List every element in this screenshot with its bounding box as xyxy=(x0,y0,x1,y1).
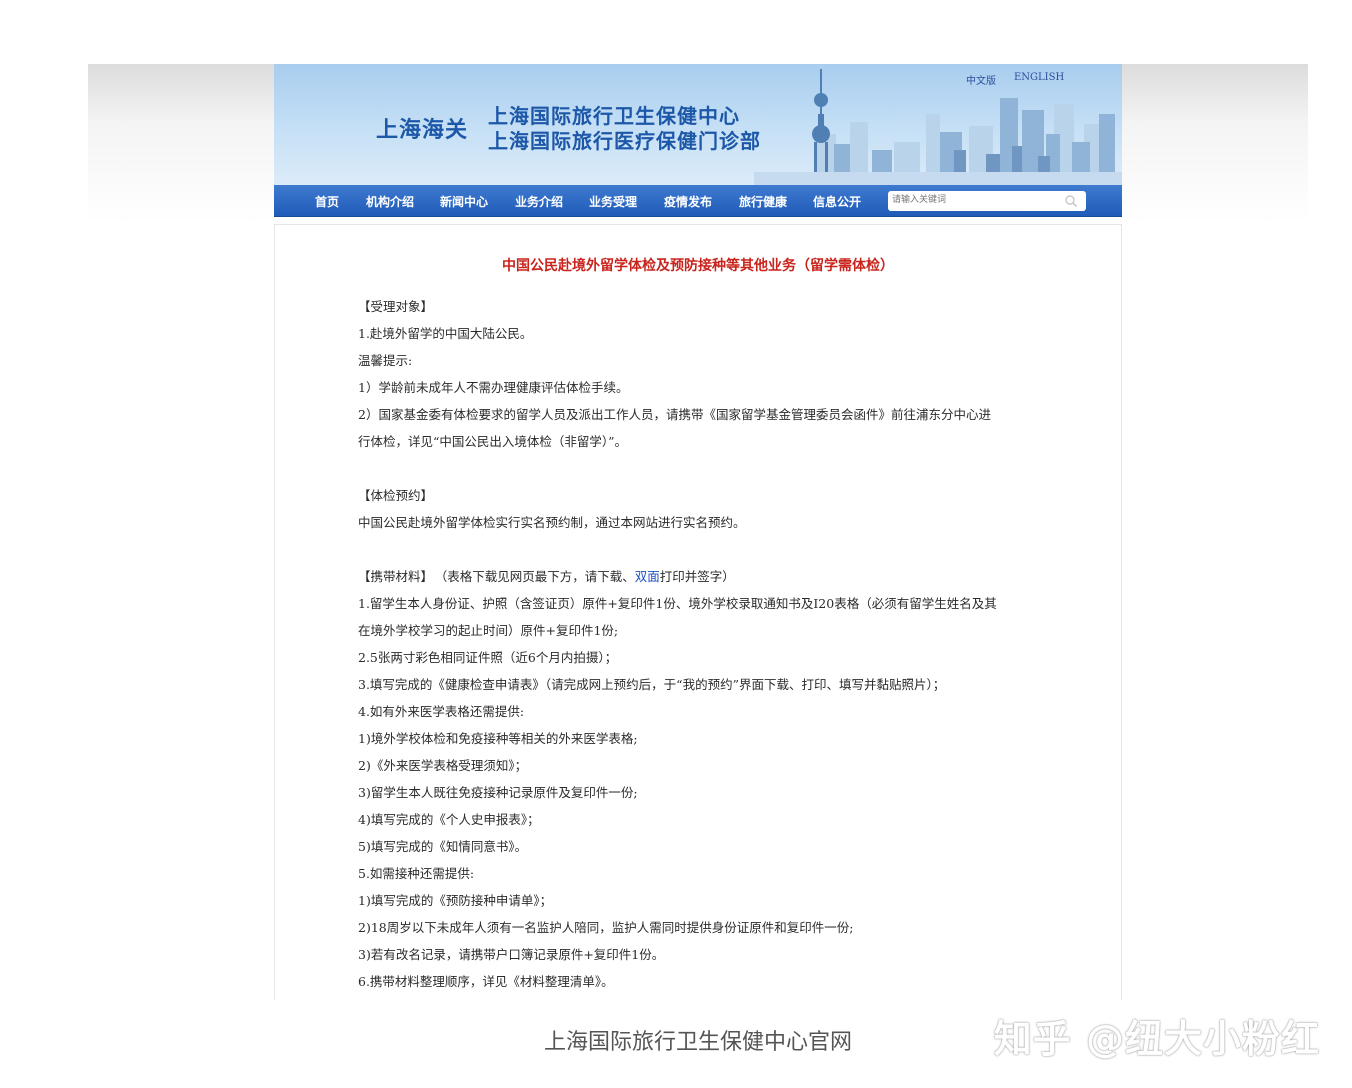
search-box xyxy=(888,191,1086,211)
org-name-line2: 上海国际旅行医疗保健门诊部 xyxy=(488,129,761,153)
nav-item-news[interactable]: 新闻中心 xyxy=(440,193,488,210)
list-item: 2)《外来医学表格受理须知》； xyxy=(358,758,528,773)
header-banner: 中文版 ENGLISH 上海海关 上海国际旅行卫生保健中心 上海国际旅行医疗保健… xyxy=(274,64,1122,186)
section-heading: 【受理对象】 xyxy=(358,299,434,314)
section-heading: 【携带材料】 xyxy=(358,569,434,584)
paragraph-line: 行体检，详见“中国公民出入境体检（非留学）”。 xyxy=(358,434,628,449)
nav-item-business-acceptance[interactable]: 业务受理 xyxy=(589,193,637,210)
double-sided-highlight: 双面 xyxy=(634,569,660,584)
article-title: 中国公民赴境外留学体检及预防接种等其他业务（留学需体检） xyxy=(502,258,894,274)
materials-heading-line: 【携带材料】 （表格下载见网页最下方，请下载、双面打印并签字） xyxy=(358,563,1058,590)
list-item: 4.如有外来医学表格还需提供: xyxy=(358,704,525,719)
list-item: 4)填写完成的《个人史申报表》； xyxy=(358,812,540,827)
paragraph-line: 1.赴境外留学的中国大陆公民。 xyxy=(358,326,533,341)
article-content: 中国公民赴境外留学体检及预防接种等其他业务（留学需体检） 【受理对象】 1.赴境… xyxy=(274,224,1122,1000)
lang-english-link[interactable]: ENGLISH xyxy=(1014,72,1064,83)
list-item: 5)填写完成的《知情同意书》。 xyxy=(358,839,528,854)
paragraph-line: 1）学龄前未成年人不需办理健康评估体检手续。 xyxy=(358,380,629,395)
main-nav: 首页 机构介绍 新闻中心 业务介绍 业务受理 疫情发布 旅行健康 信息公开 xyxy=(274,185,1122,217)
paragraph-line: 2）国家基金委有体检要求的留学人员及派出工作人员，请携带《国家留学基金管理委员会… xyxy=(358,407,991,422)
list-item: 5.如需接种还需提供: xyxy=(358,866,475,881)
website-page: 中文版 ENGLISH 上海海关 上海国际旅行卫生保健中心 上海国际旅行医疗保健… xyxy=(274,64,1122,1000)
list-item: 1)填写完成的《预防接种申请单》； xyxy=(358,893,553,908)
nav-item-services[interactable]: 业务介绍 xyxy=(515,193,563,210)
list-item: 3.填写完成的《健康检查申请表》（请完成网上预约后，于“我的预约”界面下载、打印… xyxy=(358,677,946,692)
materials-note: （表格下载见网页最下方，请下载、 xyxy=(441,569,635,584)
search-input[interactable] xyxy=(890,192,1064,208)
materials-note-end: 打印并签字） xyxy=(659,569,735,584)
list-item: 3)留学生本人既往免疫接种记录原件及复印件一份; xyxy=(358,785,638,800)
section-heading: 【体检预约】 xyxy=(358,488,434,503)
list-item: 6.携带材料整理顺序，详见《材料整理清单》。 xyxy=(358,974,614,989)
list-item: 在境外学校学习的起止时间）原件+复印件1份; xyxy=(358,623,619,638)
nav-item-travel-health[interactable]: 旅行健康 xyxy=(739,193,787,210)
nav-item-home[interactable]: 首页 xyxy=(315,193,339,210)
paragraph-line: 温馨提示: xyxy=(358,353,413,368)
list-item: 3)若有改名记录，请携带户口簿记录原件+复印件1份。 xyxy=(358,947,665,962)
list-item: 2.5张两寸彩色相同证件照（近6个月内拍摄）； xyxy=(358,650,618,665)
nav-item-about[interactable]: 机构介绍 xyxy=(366,193,414,210)
watermark: 知乎 @纽大小粉红 xyxy=(993,1017,1320,1061)
customs-logo-text: 上海海关 xyxy=(376,118,469,143)
nav-item-info-disclosure[interactable]: 信息公开 xyxy=(813,193,861,210)
list-item: 1.留学生本人身份证、护照（含签证页）原件+复印件1份、境外学校录取通知书及I2… xyxy=(358,596,997,611)
list-item: 2)18周岁以下未成年人须有一名监护人陪同，监护人需同时提供身份证原件和复印件一… xyxy=(358,920,854,935)
nav-item-epidemic[interactable]: 疫情发布 xyxy=(664,193,712,210)
search-icon[interactable] xyxy=(1064,194,1078,208)
city-skyline-image xyxy=(754,69,1122,186)
lang-chinese-link[interactable]: 中文版 xyxy=(966,72,996,87)
paragraph-line: 中国公民赴境外留学体检实行实名预约制，通过本网站进行实名预约。 xyxy=(358,515,746,530)
article-body: 【受理对象】 1.赴境外留学的中国大陆公民。 温馨提示: 1）学龄前未成年人不需… xyxy=(358,293,1058,995)
list-item: 1)境外学校体检和免疫接种等相关的外来医学表格; xyxy=(358,731,638,746)
